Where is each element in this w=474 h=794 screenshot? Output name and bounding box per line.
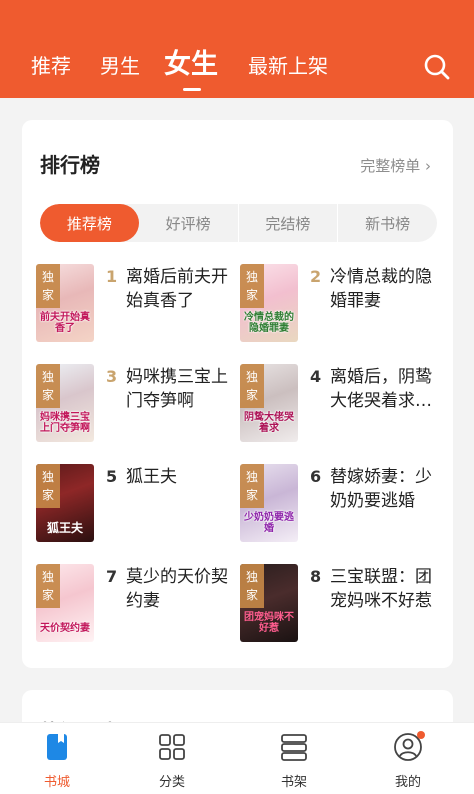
active-tab-indicator — [183, 88, 201, 91]
bookstore-icon — [42, 731, 72, 763]
book-item[interactable]: 独家 妈咪携三宝上门夺笋啊 3 妈咪携三宝上门夺笋啊 — [36, 364, 236, 448]
rank-number: 7 — [106, 567, 118, 586]
top-header: 推荐 男生 女生 最新上架 — [0, 0, 474, 98]
ranking-segment-control: 推荐榜 好评榜 完结榜 新书榜 — [40, 204, 437, 242]
rank-number: 1 — [106, 267, 118, 286]
exclusive-badge: 独家 — [240, 364, 264, 408]
rank-number: 3 — [106, 367, 118, 386]
profile-icon — [393, 731, 425, 763]
segment-top-rated[interactable]: 好评榜 — [139, 204, 239, 242]
book-item[interactable]: 独家 阴鸷大佬哭着求 4 离婚后，阴鸷大佬哭着求… — [240, 364, 440, 448]
exclusive-badge: 独家 — [36, 564, 60, 608]
book-title[interactable]: 三宝联盟：团宠妈咪不好惹 — [330, 565, 442, 613]
rank-number: 5 — [106, 467, 118, 486]
category-grid-icon — [157, 731, 187, 763]
nav-profile[interactable]: 我的 — [378, 731, 438, 791]
book-item[interactable]: 独家 冷情总裁的隐婚罪妻 2 冷情总裁的隐婚罪妻 — [240, 264, 440, 348]
rank-number: 4 — [310, 367, 322, 386]
exclusive-badge: 独家 — [36, 464, 60, 508]
book-item[interactable]: 独家 狐王夫 5 狐王夫 — [36, 464, 236, 548]
book-item[interactable]: 独家 少奶奶要逃婚 6 替嫁娇妻：少奶奶要逃婚 — [240, 464, 440, 548]
book-cover[interactable]: 独家 冷情总裁的隐婚罪妻 — [240, 264, 298, 342]
nav-category[interactable]: 分类 — [142, 731, 202, 791]
book-title[interactable]: 离婚后，阴鸷大佬哭着求… — [330, 365, 442, 413]
book-cover[interactable]: 独家 狐王夫 — [36, 464, 94, 542]
segment-completed[interactable]: 完结榜 — [239, 204, 339, 242]
cover-title: 天价契约妻 — [40, 623, 90, 634]
cover-title: 阴鸷大佬哭着求 — [244, 412, 294, 434]
book-cover[interactable]: 独家 前夫开始真香了 — [36, 264, 94, 342]
book-title[interactable]: 冷情总裁的隐婚罪妻 — [330, 265, 442, 313]
bottom-navigation: 书城 分类 书架 我的 — [0, 722, 474, 794]
segment-recommend[interactable]: 推荐榜 — [40, 204, 139, 242]
exclusive-badge: 独家 — [240, 264, 264, 308]
exclusive-badge: 独家 — [240, 464, 264, 508]
nav-label: 分类 — [158, 775, 185, 790]
book-cover[interactable]: 独家 团宠妈咪不好惹 — [240, 564, 298, 642]
rank-number: 8 — [310, 567, 322, 586]
nav-bookstore[interactable]: 书城 — [27, 731, 87, 791]
book-title[interactable]: 狐王夫 — [126, 465, 238, 489]
cover-title: 团宠妈咪不好惹 — [244, 612, 294, 634]
rank-number: 2 — [310, 267, 322, 286]
ranking-card: 排行榜 完整榜单 › 推荐榜 好评榜 完结榜 新书榜 独家 前夫开始真香了 1 … — [22, 120, 453, 668]
book-cover[interactable]: 独家 阴鸷大佬哭着求 — [240, 364, 298, 442]
ranking-title: 排行榜 — [40, 153, 100, 177]
segment-new-books[interactable]: 新书榜 — [338, 204, 437, 242]
nav-label: 书架 — [280, 775, 307, 790]
full-ranking-link[interactable]: 完整榜单 › — [360, 156, 431, 176]
cover-title: 狐王夫 — [46, 521, 83, 535]
cover-title: 妈咪携三宝上门夺笋啊 — [40, 412, 90, 434]
tab-female[interactable]: 女生 — [164, 49, 218, 81]
cover-title: 少奶奶要逃婚 — [244, 512, 294, 534]
tab-new-releases[interactable]: 最新上架 — [248, 54, 328, 78]
book-item[interactable]: 独家 团宠妈咪不好惹 8 三宝联盟：团宠妈咪不好惹 — [240, 564, 440, 648]
book-title[interactable]: 妈咪携三宝上门夺笋啊 — [126, 365, 238, 413]
book-title[interactable]: 离婚后前夫开始真香了 — [126, 265, 238, 313]
nav-bookshelf[interactable]: 书架 — [264, 731, 324, 791]
rank-number: 6 — [310, 467, 322, 486]
nav-label: 我的 — [394, 775, 421, 790]
nav-label: 书城 — [43, 775, 70, 790]
bookshelf-icon — [279, 731, 309, 763]
tab-male[interactable]: 男生 — [100, 54, 140, 78]
search-icon[interactable] — [422, 52, 452, 82]
book-cover[interactable]: 独家 天价契约妻 — [36, 564, 94, 642]
tab-recommend[interactable]: 推荐 — [31, 54, 71, 78]
exclusive-badge: 独家 — [240, 564, 264, 608]
book-title[interactable]: 替嫁娇妻：少奶奶要逃婚 — [330, 465, 442, 513]
cover-title: 前夫开始真香了 — [40, 312, 90, 334]
cover-title: 冷情总裁的隐婚罪妻 — [244, 312, 294, 334]
book-item[interactable]: 独家 前夫开始真香了 1 离婚后前夫开始真香了 — [36, 264, 236, 348]
book-item[interactable]: 独家 天价契约妻 7 莫少的天价契约妻 — [36, 564, 236, 648]
exclusive-badge: 独家 — [36, 264, 60, 308]
exclusive-badge: 独家 — [36, 364, 60, 408]
book-cover[interactable]: 独家 妈咪携三宝上门夺笋啊 — [36, 364, 94, 442]
book-cover[interactable]: 独家 少奶奶要逃婚 — [240, 464, 298, 542]
book-title[interactable]: 莫少的天价契约妻 — [126, 565, 238, 613]
